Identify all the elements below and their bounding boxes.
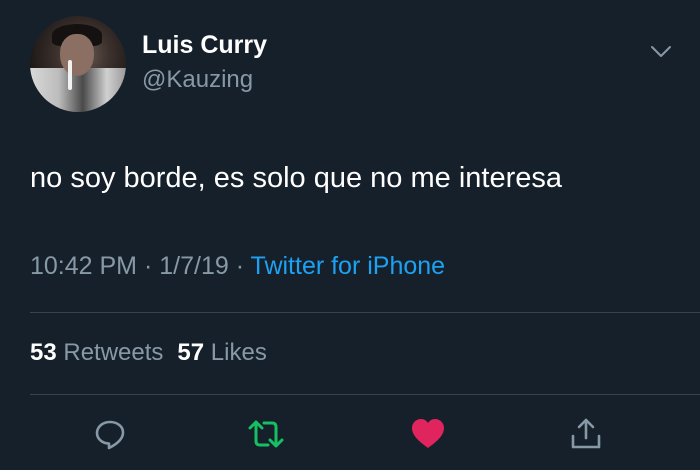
meta-separator: ·	[143, 252, 153, 280]
reply-button[interactable]	[90, 414, 130, 454]
divider	[30, 394, 700, 395]
retweets-label: Retweets	[63, 339, 164, 366]
avatar-face	[60, 34, 94, 76]
author-name[interactable]: Luis Curry	[142, 31, 267, 60]
tweet-meta: 10:42 PM · 1/7/19 · Twitter for iPhone	[30, 252, 445, 281]
tweet-source-link[interactable]: Twitter for iPhone	[251, 252, 446, 280]
avatar[interactable]	[30, 16, 126, 112]
tweet-date: 1/7/19	[159, 252, 229, 280]
tweet-text: no soy borde, es solo que no me interesa	[30, 162, 562, 194]
retweets-stat[interactable]: 53 Retweets	[30, 339, 163, 366]
avatar-string	[68, 60, 72, 90]
author-handle[interactable]: @Kauzing	[142, 66, 253, 94]
reply-bubble-icon	[95, 420, 125, 450]
retweet-icon	[248, 420, 284, 448]
likes-count: 57	[177, 339, 205, 366]
retweet-button[interactable]	[246, 414, 286, 454]
chevron-down-icon[interactable]	[650, 40, 672, 62]
share-icon	[571, 418, 601, 449]
tweet-time: 10:42 PM	[30, 252, 138, 280]
divider	[30, 312, 700, 313]
share-button[interactable]	[566, 414, 606, 454]
likes-stat[interactable]: 57 Likes	[177, 339, 266, 366]
likes-label: Likes	[210, 339, 267, 366]
heart-icon	[412, 419, 444, 448]
meta-separator: ·	[235, 252, 245, 280]
tweet-stats: 53 Retweets 57 Likes	[30, 339, 267, 367]
retweets-count: 53	[30, 339, 57, 366]
like-button[interactable]	[408, 414, 448, 454]
